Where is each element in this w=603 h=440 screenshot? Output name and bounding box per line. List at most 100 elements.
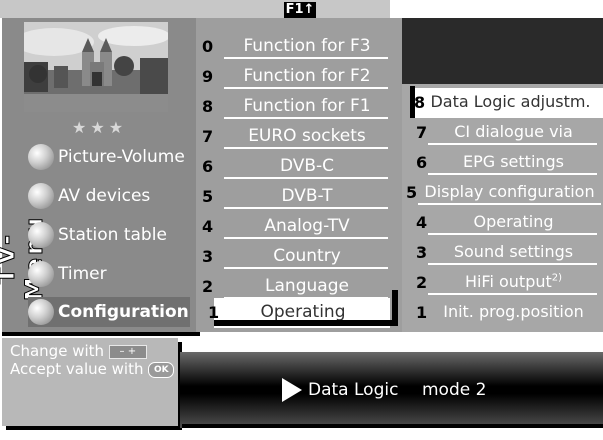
item-underline [224,117,388,119]
play-arrow-icon [282,378,302,402]
item-underline [224,207,388,209]
item-label: Analog-TV [264,216,350,236]
rating-stars: ★★★ [72,118,128,137]
item-number: 0 [202,37,214,56]
item-number: 4 [416,213,428,232]
menu-item-picture-volume[interactable]: Picture-Volume [28,142,185,172]
item-label: DVB-T [281,186,333,206]
item-label: Init. prog.position [443,302,584,321]
help-change-line: Change with – + [10,342,147,360]
help-shadow [6,426,182,430]
operating-submenu: 8 Data Logic adjustm. 7 CI dialogue via … [402,84,603,332]
item-number: 9 [202,67,214,86]
ball-icon [28,222,54,248]
item-underline [428,263,597,265]
help-change-text: Change with [10,342,105,360]
help-box: Change with – + Accept value with OK [2,338,178,426]
status-bar-shadow [182,424,603,428]
item-label: Country [273,246,341,266]
item-underline [224,267,388,269]
tv-menu-panel: ★★★ TV-Menu Picture-Volume AV devices St… [0,18,196,332]
ball-icon [28,183,54,209]
tv-menu-screen: F1↑ ★★★ TV-Menu Picture-Volume AV device… [0,0,603,440]
ok-button-icon: OK [148,361,175,378]
f1-key-label: F1↑ [284,2,316,18]
ball-icon [28,144,54,170]
operating-item-ci-dialogue[interactable]: 7 CI dialogue via [402,118,603,148]
item-number: 2 [416,273,428,292]
item-label: Function for F1 [243,96,371,116]
config-item-dvb-t[interactable]: 5 DVB-T [196,182,402,212]
operating-item-sound-settings[interactable]: 3 Sound settings [402,238,603,268]
item-number: 7 [416,123,428,142]
right-header-area [402,18,603,84]
operating-item-hifi-output[interactable]: 2 HiFi output2) [402,268,603,298]
menu-item-timer[interactable]: Timer [28,259,107,289]
item-number: 5 [406,183,418,202]
f1-text: F1 [285,2,304,17]
item-label: Display configuration [424,182,595,201]
item-label: CI dialogue via [454,122,573,141]
item-label: Function for F3 [243,36,371,56]
picture-preview [24,22,168,112]
config-item-function-f3[interactable]: 0 Function for F3 [196,32,402,62]
item-label: HiFi output [464,272,552,291]
config-item-analog-tv[interactable]: 4 Analog-TV [196,212,402,242]
item-label: DVB-C [279,156,335,176]
config-item-function-f1[interactable]: 8 Function for F1 [196,92,402,122]
config-item-function-f2[interactable]: 9 Function for F2 [196,62,402,92]
up-arrow-icon: ↑ [303,2,315,17]
operating-item-display-configuration[interactable]: 5 Display configuration [402,178,603,208]
item-number: 1 [416,303,428,322]
item-label: Function for F2 [243,66,371,86]
selection-shadow [214,320,398,326]
item-number: 6 [416,153,428,172]
operating-item-epg-settings[interactable]: 6 EPG settings [402,148,603,178]
item-number: 3 [202,247,214,266]
item-number: 4 [202,217,214,236]
status-label: Data Logic [308,380,399,400]
item-number: 6 [202,157,214,176]
operating-item-data-logic-adjustment[interactable]: 8 Data Logic adjustm. [412,88,603,118]
menu-item-label: Picture-Volume [58,147,185,167]
item-number: 7 [202,127,214,146]
menu-item-station-table[interactable]: Station table [28,220,167,250]
ball-icon [28,261,54,287]
ball-icon [28,299,54,325]
selection-shadow [410,86,415,118]
config-item-country[interactable]: 3 Country [196,242,402,272]
item-label: Operating [260,302,346,322]
item-underline [418,203,601,205]
top-band [0,0,390,18]
menu-item-label: Timer [58,264,107,284]
item-label: Language [265,276,349,296]
item-underline [428,233,597,235]
menu-item-label: AV devices [58,186,151,206]
menu-item-label: Station table [58,225,167,245]
item-label: EPG settings [462,152,565,171]
item-underline [224,237,388,239]
item-number: 2 [202,277,214,296]
menu-item-av-devices[interactable]: AV devices [28,181,150,211]
config-item-dvb-c[interactable]: 6 DVB-C [196,152,402,182]
item-underline [224,177,388,179]
item-number: 3 [416,243,428,262]
operating-item-operating[interactable]: 4 Operating [402,208,603,238]
item-label-group: HiFi output2) [430,272,597,291]
config-item-euro-sockets[interactable]: 7 EURO sockets [196,122,402,152]
operating-item-init-prog-position[interactable]: 1 Init. prog.position [402,298,603,328]
menu-item-configuration[interactable]: Configuration [28,297,190,327]
panel-shadow [2,332,200,336]
item-number: 8 [202,97,214,116]
item-label: Data Logic adjustm. [430,92,591,111]
status-value[interactable]: mode 2 [422,380,486,400]
item-underline [428,173,597,175]
minus-plus-icon: – + [108,344,147,359]
item-underline [224,87,388,89]
menu-item-label: Configuration [58,302,189,322]
status-bar: Data Logic mode 2 [180,352,603,428]
help-accept-text: Accept value with [10,360,144,378]
item-number: 5 [202,187,214,206]
item-underline [428,293,597,295]
item-underline [224,147,388,149]
